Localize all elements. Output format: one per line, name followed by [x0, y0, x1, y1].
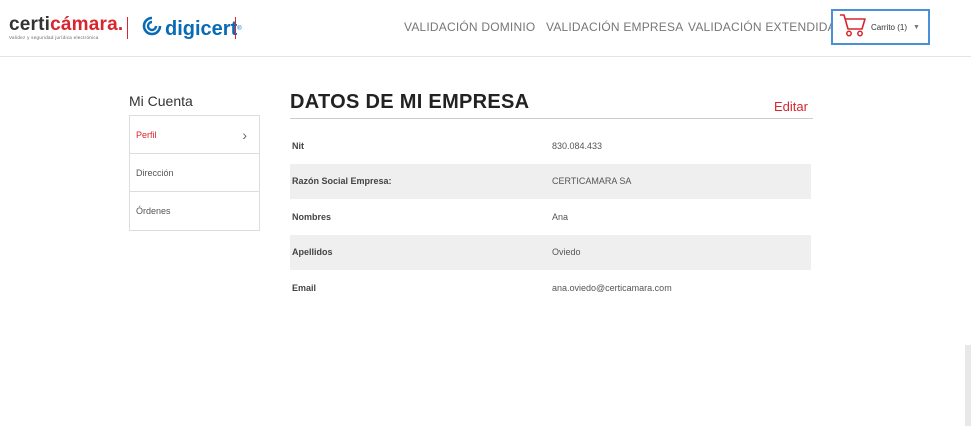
logo-certi-prefix: certi [9, 14, 51, 35]
logo-separator [127, 17, 128, 39]
cart-icon [839, 12, 867, 43]
cart-label: Carrito (1) [871, 22, 908, 32]
detail-row-nit: Nit 830.084.433 [290, 128, 811, 164]
title-divider [290, 118, 813, 119]
sidebar-item-ordenes[interactable]: Órdenes [130, 191, 259, 229]
detail-row-apellidos: Apellidos Oviedo [290, 234, 811, 270]
sidebar-title: Mi Cuenta [129, 93, 193, 109]
digicert-registered-mark: ® [237, 25, 242, 32]
sidebar-item-label: Órdenes [136, 205, 171, 216]
page-scrollbar[interactable] [965, 345, 971, 426]
detail-value: ana.oviedo@certicamara.com [552, 282, 672, 293]
detail-row-razon-social: Razón Social Empresa: CERTICAMARA SA [290, 163, 811, 199]
certicamara-logo[interactable]: certicámara. Validez y seguridad jurídic… [9, 15, 123, 40]
site-header: certicámara. Validez y seguridad jurídic… [0, 0, 971, 57]
detail-value: Oviedo [552, 247, 581, 258]
account-menu: Perfil › Dirección Órdenes [129, 115, 260, 231]
digicert-logo-icon [142, 16, 162, 41]
sidebar-item-label: Perfil [136, 129, 157, 140]
edit-link[interactable]: Editar [774, 99, 808, 114]
digicert-wordmark: digicert [165, 17, 238, 40]
detail-label: Apellidos [292, 247, 333, 258]
digicert-logo[interactable]: digicert® [142, 16, 242, 41]
logo-separator-2 [235, 17, 236, 39]
detail-label: Nombres [292, 211, 332, 222]
chevron-right-icon: › [242, 126, 247, 143]
cart-button[interactable]: Carrito (1) ▼ [831, 9, 930, 45]
nav-validacion-empresa[interactable]: VALIDACIÓN EMPRESA [546, 20, 683, 34]
nav-validacion-dominio[interactable]: VALIDACIÓN DOMINIO [404, 20, 535, 34]
nav-validacion-extendida[interactable]: VALIDACIÓN EXTENDIDA [688, 20, 836, 34]
logo-tagline: Validez y seguridad jurídica electrónica [9, 35, 99, 40]
detail-value: CERTICAMARA SA [552, 176, 632, 187]
detail-label: Nit [292, 140, 304, 151]
chevron-down-icon: ▼ [913, 23, 920, 31]
sidebar-item-label: Dirección [136, 167, 174, 178]
detail-value: Ana [552, 211, 569, 222]
detail-label: Email [292, 282, 317, 293]
detail-row-email: Email ana.oviedo@certicamara.com [290, 270, 811, 306]
company-details: Nit 830.084.433 Razón Social Empresa: CE… [290, 128, 811, 306]
detail-value: 830.084.433 [552, 140, 603, 151]
sidebar-item-perfil[interactable]: Perfil › [130, 115, 259, 153]
page-title: DATOS DE MI EMPRESA [290, 91, 530, 113]
sidebar-item-direccion[interactable]: Dirección [130, 153, 259, 191]
detail-row-nombres: Nombres Ana [290, 199, 811, 235]
logo-certi-highlight: cámara. [50, 14, 124, 35]
detail-label: Razón Social Empresa: [292, 176, 392, 187]
